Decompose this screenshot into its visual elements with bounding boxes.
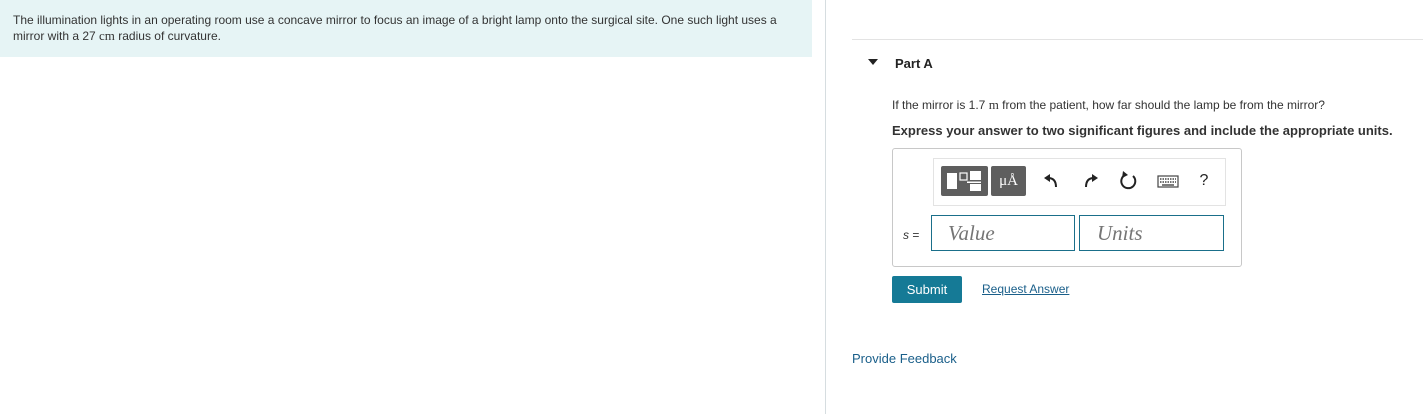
problem-text-after: radius of curvature.	[114, 29, 221, 43]
reset-icon	[1120, 171, 1137, 190]
collapse-caret-icon[interactable]	[868, 59, 878, 65]
keyboard-button[interactable]	[1155, 166, 1181, 196]
part-title: Part A	[895, 56, 933, 71]
panel-divider	[825, 0, 826, 414]
equals-sign: =	[909, 228, 920, 242]
problem-statement: The illumination lights in an operating …	[13, 13, 808, 44]
question-text: If the mirror is 1.7 m from the patient,…	[892, 97, 1325, 113]
answer-instruction: Express your answer to two significant f…	[892, 123, 1393, 138]
part-a-header[interactable]: Part A	[852, 39, 1423, 86]
undo-button[interactable]	[1041, 166, 1063, 196]
problem-unit: cm	[99, 28, 115, 43]
reset-button[interactable]	[1117, 166, 1139, 196]
request-answer-link[interactable]: Request Answer	[982, 282, 1069, 296]
provide-feedback-link[interactable]: Provide Feedback	[852, 351, 957, 366]
math-toolbar: μÅ ?	[933, 158, 1226, 206]
question-after: from the patient, how far should the lam…	[998, 98, 1325, 112]
redo-button[interactable]	[1079, 166, 1101, 196]
variable-label: s =	[903, 228, 919, 242]
value-input[interactable]	[931, 215, 1075, 251]
templates-button[interactable]	[941, 166, 988, 196]
keyboard-icon	[1157, 175, 1179, 188]
undo-icon	[1044, 174, 1057, 188]
question-before: If the mirror is 1.7	[892, 98, 989, 112]
units-input[interactable]	[1079, 215, 1224, 251]
templates-icon	[947, 171, 981, 191]
problem-panel: The illumination lights in an operating …	[0, 0, 812, 57]
units-button[interactable]: μÅ	[991, 166, 1026, 196]
submit-button[interactable]: Submit	[892, 276, 962, 303]
answer-box: μÅ ? s = Value Units	[892, 148, 1242, 267]
question-unit: m	[988, 97, 999, 112]
help-button[interactable]: ?	[1193, 166, 1215, 196]
redo-icon	[1085, 174, 1098, 188]
